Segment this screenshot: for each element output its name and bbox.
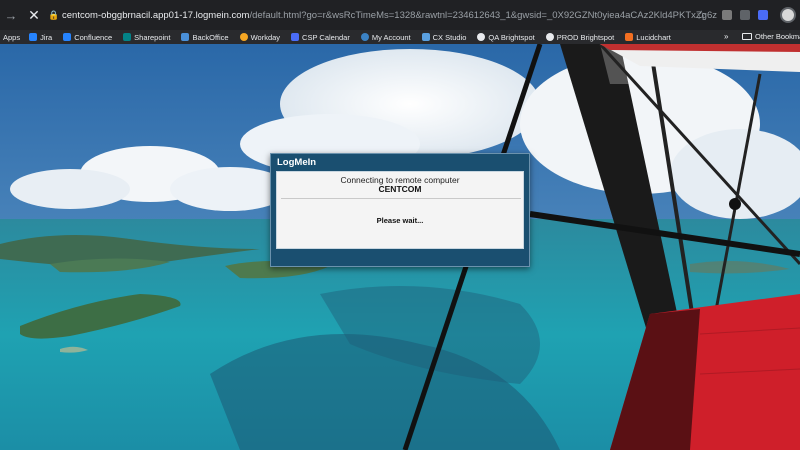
profile-avatar[interactable]	[780, 7, 796, 23]
lock-icon: 🔒	[48, 9, 60, 20]
url-path: /default.html?go=r&wsRcTimeMs=1328&rawtn…	[249, 9, 717, 21]
bookmark-item[interactable]: QA Brightspot	[477, 32, 535, 42]
logmein-dialog: LogMeIn Connecting to remote computer CE…	[270, 153, 530, 267]
extension-icon[interactable]	[740, 10, 750, 20]
calendar-icon	[291, 33, 300, 41]
close-icon[interactable]: ✕	[24, 7, 44, 24]
bookmark-label: Jira	[40, 32, 53, 42]
other-bookmarks-folder[interactable]: Other Bookmarks	[742, 32, 800, 41]
bookmark-label: PROD Brightspot	[556, 32, 615, 42]
star-icon[interactable]: ☆	[696, 8, 707, 22]
divider	[281, 198, 521, 199]
status-message: Please wait...	[376, 216, 424, 225]
sharepoint-icon	[123, 33, 132, 41]
bookmark-item[interactable]: Workday	[239, 32, 281, 42]
bookmark-item[interactable]: CSP Calendar	[291, 33, 350, 42]
bookmark-item[interactable]: Confluence	[63, 33, 112, 42]
backoffice-icon	[181, 33, 190, 41]
bookmark-item[interactable]: Lucidchart	[625, 33, 671, 42]
bookmark-item[interactable]: PROD Brightspot	[545, 32, 615, 42]
brightspot-icon	[477, 33, 486, 41]
bookmark-label: Lucidchart	[636, 32, 671, 42]
extension-g-icon[interactable]	[722, 10, 732, 20]
bookmark-label: My Account	[371, 32, 411, 42]
bookmark-label: CX Studio	[432, 32, 467, 42]
workday-icon	[239, 33, 248, 41]
cx-studio-icon	[421, 33, 430, 41]
brightspot-icon	[545, 33, 554, 41]
extension-blue-icon[interactable]	[758, 10, 768, 20]
bookmark-label: Sharepoint	[134, 32, 171, 42]
other-bookmarks-label: Other Bookmarks	[755, 32, 800, 41]
forward-icon[interactable]: →	[0, 8, 22, 23]
apps-label: Apps	[3, 32, 21, 42]
bookmark-apps[interactable]: Apps	[3, 33, 20, 42]
jira-icon	[29, 33, 38, 41]
lucidchart-icon	[625, 33, 634, 41]
bookmark-item[interactable]: Jira	[29, 33, 52, 42]
bookmark-label: CSP Calendar	[302, 32, 350, 42]
url-host: centcom-obggbrnacil.app01-17.logmein.com	[62, 9, 250, 21]
dialog-title: LogMeIn	[277, 157, 317, 168]
confluence-icon	[63, 33, 72, 41]
dialog-body: Connecting to remote computer CENTCOM Pl…	[276, 171, 524, 249]
computer-name: CENTCOM	[378, 184, 422, 194]
url-field[interactable]: 🔒 centcom-obggbrnacil.app01-17.logmein.c…	[48, 4, 724, 26]
bookmark-label: Confluence	[74, 32, 113, 42]
bookmark-item[interactable]: CX Studio	[421, 32, 467, 42]
bookmark-item[interactable]: Sharepoint	[123, 33, 170, 42]
more-bookmarks-button[interactable]: »	[724, 32, 728, 41]
bookmark-label: BackOffice	[192, 32, 229, 42]
address-bar: → ✕ 🔒 centcom-obggbrnacil.app01-17.logme…	[0, 0, 800, 30]
account-icon	[360, 33, 369, 41]
bookmark-item[interactable]: My Account	[360, 32, 411, 42]
bookmark-label: Workday	[250, 32, 281, 42]
folder-icon	[742, 33, 752, 40]
bookmarks-bar: Apps Jira Confluence Sharepoint BackOffi…	[0, 30, 800, 44]
bookmark-label: QA Brightspot	[488, 32, 535, 42]
bookmark-item[interactable]: BackOffice	[181, 32, 229, 42]
